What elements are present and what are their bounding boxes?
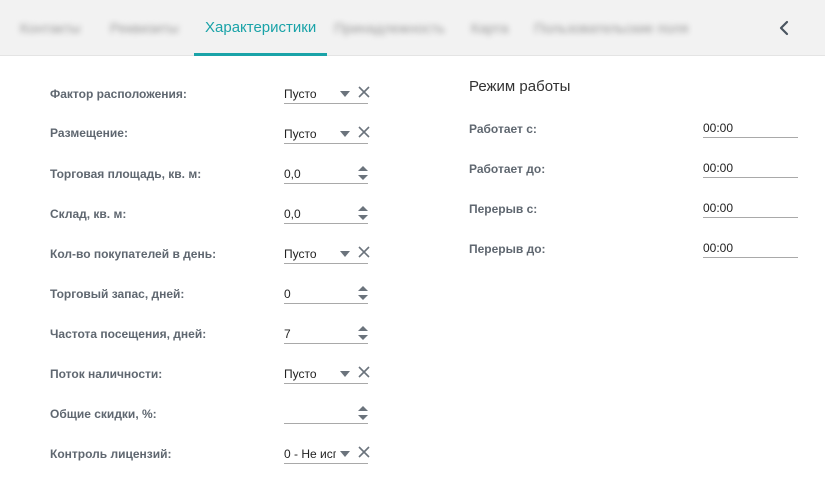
clear-icon[interactable]: [357, 445, 371, 459]
clear-icon[interactable]: [357, 245, 371, 259]
chevron-left-icon[interactable]: [772, 16, 796, 40]
dropdown-arrow-icon[interactable]: [340, 131, 350, 137]
works-until-input[interactable]: 00:00: [703, 158, 798, 178]
dropdown-arrow-icon[interactable]: [340, 251, 350, 257]
work-schedule-title: Режим работы: [469, 78, 571, 95]
clear-icon[interactable]: [357, 365, 371, 379]
total-discounts-input[interactable]: [284, 402, 368, 424]
customers-per-day-select[interactable]: Пусто: [284, 242, 371, 264]
placement-select[interactable]: Пусто: [284, 122, 371, 144]
location-factor-value: Пусто: [284, 87, 317, 101]
works-from-value: 00:00: [703, 121, 734, 135]
dropdown-arrow-icon[interactable]: [340, 451, 350, 457]
trade-stock-input[interactable]: 0: [284, 282, 368, 304]
trade-stock-value: 0: [284, 287, 291, 301]
location-factor-select[interactable]: Пусто: [284, 82, 371, 104]
break-from-value: 00:00: [703, 201, 734, 215]
break-until-label: Перерыв до:: [469, 242, 546, 256]
customers-per-day-value: Пусто: [284, 247, 317, 261]
break-from-label: Перерыв с:: [469, 202, 538, 216]
warehouse-area-label: Склад, кв. м:: [50, 207, 127, 221]
trade-stock-label: Торговый запас, дней:: [50, 287, 185, 301]
total-discounts-label: Общие скидки, %:: [50, 407, 157, 421]
clear-icon[interactable]: [357, 85, 371, 99]
break-until-input[interactable]: 00:00: [703, 238, 798, 258]
retail-area-value: 0,0: [284, 167, 301, 181]
warehouse-area-input[interactable]: 0,0: [284, 202, 368, 224]
break-until-value: 00:00: [703, 241, 734, 255]
placement-value: Пусто: [284, 127, 317, 141]
works-until-value: 00:00: [703, 161, 734, 175]
warehouse-area-value: 0,0: [284, 207, 301, 221]
works-from-input[interactable]: 00:00: [703, 118, 798, 138]
visit-frequency-input[interactable]: 7: [284, 322, 368, 344]
location-factor-label: Фактор расположения:: [50, 87, 187, 101]
works-until-label: Работает до:: [469, 162, 546, 176]
retail-area-label: Торговая площадь, кв. м:: [50, 167, 202, 181]
tab-affiliation[interactable]: Принадлежность: [334, 0, 445, 56]
license-control-select[interactable]: 0 - Не используется: [284, 442, 371, 464]
tab-characteristics[interactable]: Характеристики: [194, 0, 328, 56]
works-from-label: Работает с:: [469, 122, 537, 136]
dropdown-arrow-icon[interactable]: [340, 91, 350, 97]
placement-label: Размещение:: [50, 126, 128, 140]
customers-per-day-label: Кол-во покупателей в день:: [50, 247, 217, 261]
clear-icon[interactable]: [357, 125, 371, 139]
break-from-input[interactable]: 00:00: [703, 198, 798, 218]
spinner-icon[interactable]: [358, 405, 368, 421]
retail-area-input[interactable]: 0,0: [284, 162, 368, 184]
tab-bar: Контакты Реквизиты Характеристики Принад…: [0, 0, 825, 56]
license-control-label: Контроль лицензий:: [50, 447, 172, 461]
visit-frequency-value: 7: [284, 327, 291, 341]
visit-frequency-label: Частота посещения, дней:: [50, 327, 207, 341]
tab-contacts[interactable]: Контакты: [20, 0, 80, 56]
cash-flow-value: Пусто: [284, 367, 317, 381]
tab-custom-fields[interactable]: Пользовательские поля: [534, 0, 688, 56]
spinner-icon[interactable]: [358, 165, 368, 181]
license-control-value: 0 - Не используется: [284, 447, 336, 461]
dropdown-arrow-icon[interactable]: [340, 371, 350, 377]
spinner-icon[interactable]: [358, 205, 368, 221]
tab-requisites[interactable]: Реквизиты: [110, 0, 179, 56]
spinner-icon[interactable]: [358, 285, 368, 301]
cash-flow-select[interactable]: Пусто: [284, 362, 371, 384]
cash-flow-label: Поток наличности:: [50, 367, 163, 381]
spinner-icon[interactable]: [358, 325, 368, 341]
tab-map[interactable]: Карта: [471, 0, 508, 56]
